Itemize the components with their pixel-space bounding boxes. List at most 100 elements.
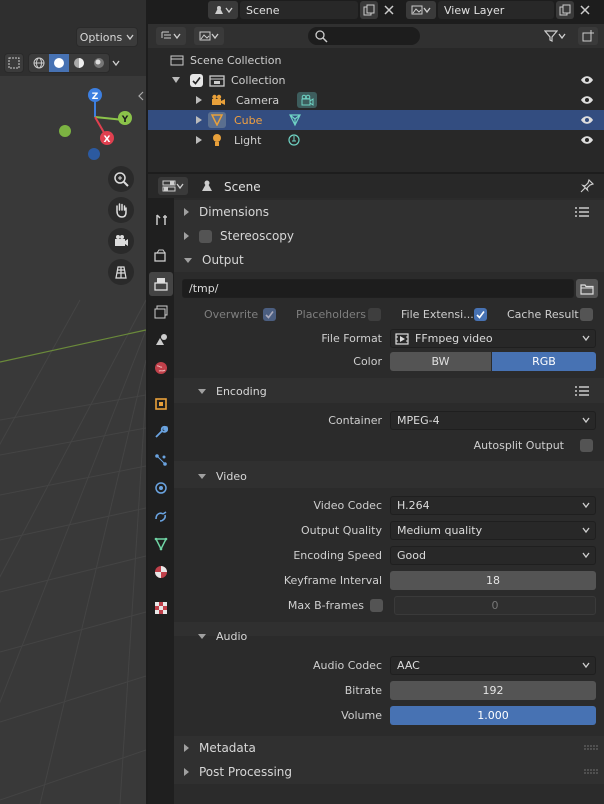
presets-list-icon[interactable] [574,206,590,218]
encoding-speed-dropdown[interactable]: Good [390,546,596,565]
gizmo-y-label: Y [121,115,129,125]
scene-browse-button[interactable] [208,1,238,19]
keyframe-interval-field[interactable]: 18 [390,571,596,590]
view-layer-browse-button[interactable] [406,1,436,19]
subpanel-video[interactable]: Video [174,464,604,488]
camera-data-button[interactable] [297,92,318,108]
3d-viewport[interactable]: Options Z Y X [0,0,146,804]
eye-icon[interactable] [580,75,594,85]
mesh-data-icon[interactable] [288,113,302,127]
scene-icon [156,334,167,345]
wireframe-shading-button[interactable] [29,54,49,72]
delete-scene-button[interactable] [380,1,398,19]
pin-icon[interactable] [580,179,594,193]
cache-result-checkbox[interactable] [580,308,593,321]
shading-options-dropdown[interactable] [108,53,124,73]
output-quality-value: Medium quality [397,524,483,537]
tab-view-layer[interactable] [149,300,173,324]
delete-view-layer-button[interactable] [576,1,594,19]
expand-right-icon[interactable] [196,96,202,104]
panel-dimensions[interactable]: Dimensions [174,200,604,224]
rendered-shading-button[interactable] [89,54,109,72]
tab-tool[interactable] [149,208,173,232]
panel-post-processing[interactable]: Post Processing [174,760,604,784]
display-mode-button[interactable] [194,27,224,45]
tab-modifiers[interactable] [149,420,173,444]
collection-include-checkbox[interactable] [190,73,203,87]
panel-stereoscopy[interactable]: Stereoscopy [174,224,604,248]
scene-name-field[interactable]: Scene [240,1,358,19]
bitrate-field[interactable]: 192 [390,681,596,700]
video-codec-dropdown[interactable]: H.264 [390,496,596,515]
tab-render[interactable] [149,244,173,268]
file-extensions-checkbox[interactable] [474,308,487,321]
outliner-search-input[interactable] [308,27,420,45]
tab-texture[interactable] [149,596,173,620]
outliner-row-camera[interactable]: Camera [148,90,604,110]
expand-down-icon[interactable] [172,76,180,84]
solid-shading-button[interactable] [49,54,69,72]
material-shading-button[interactable] [69,54,89,72]
properties-editor-type-button[interactable] [158,177,188,195]
tab-constraints[interactable] [149,504,173,528]
file-format-dropdown[interactable]: FFmpeg video [390,329,596,348]
pan-button[interactable] [108,197,134,223]
tab-world[interactable] [149,356,173,380]
light-data-icon[interactable] [287,133,301,147]
autosplit-checkbox[interactable] [580,439,593,452]
tab-particles[interactable] [149,448,173,472]
ortho-toggle-button[interactable] [108,259,134,285]
outliner-row-collection[interactable]: Collection [148,70,604,90]
zoom-button[interactable] [108,166,134,192]
tab-scene[interactable] [149,328,173,352]
volume-slider[interactable]: 1.000 [390,706,596,725]
view-layer-name-field[interactable]: View Layer [438,1,554,19]
panel-metadata[interactable]: Metadata [174,736,604,760]
tab-data[interactable] [149,532,173,556]
eye-icon[interactable] [580,95,594,105]
color-bw-button[interactable]: BW [390,352,491,371]
view-layer-icon [154,305,168,319]
outliner-row-light[interactable]: Light [148,130,604,150]
outliner-row-scene-collection[interactable]: Scene Collection [148,50,604,70]
expand-right-icon[interactable] [196,136,202,144]
eye-icon[interactable] [580,115,594,125]
xray-toggle[interactable] [4,53,24,73]
outliner-row-cube[interactable]: Cube [148,110,604,130]
chevron-down-icon [173,33,181,40]
expand-right-icon[interactable] [196,116,202,124]
new-scene-button[interactable] [360,1,378,19]
view-layer-name: View Layer [444,3,505,17]
outliner: Scene Collection Collection Camera Cube … [148,24,604,172]
overwrite-checkbox[interactable] [263,308,276,321]
color-rgb-button[interactable]: RGB [492,352,596,371]
presets-list-icon[interactable] [574,385,590,397]
new-view-layer-button[interactable] [556,1,574,19]
filter-button[interactable] [538,27,572,45]
output-quality-dropdown[interactable]: Medium quality [390,521,596,540]
browse-folder-button[interactable] [576,279,598,298]
tab-output[interactable] [149,272,173,296]
collection-icon [209,75,225,87]
tab-material[interactable] [149,560,173,584]
panel-output[interactable]: Output [174,248,604,272]
camera-view-button[interactable] [108,228,134,254]
output-path-field[interactable]: /tmp/ [182,279,574,298]
eye-icon[interactable] [580,135,594,145]
subpanel-audio[interactable]: Audio [174,624,604,648]
options-button[interactable]: Options [76,27,138,47]
tab-object[interactable] [149,392,173,416]
navigation-gizmo[interactable]: Z Y X [50,82,140,162]
container-dropdown[interactable]: MPEG-4 [390,411,596,430]
drag-handle-icon[interactable] [584,745,598,751]
max-bframes-checkbox[interactable] [370,599,383,612]
stereoscopy-checkbox[interactable] [199,229,212,243]
new-collection-button[interactable] [578,27,598,45]
drag-handle-icon[interactable] [584,769,598,775]
editor-type-button[interactable] [156,27,186,45]
subpanel-encoding[interactable]: Encoding [174,379,604,403]
max-bframes-field[interactable]: 0 [394,596,596,615]
audio-codec-dropdown[interactable]: AAC [390,656,596,675]
placeholders-checkbox[interactable] [368,308,381,321]
tab-physics[interactable] [149,476,173,500]
